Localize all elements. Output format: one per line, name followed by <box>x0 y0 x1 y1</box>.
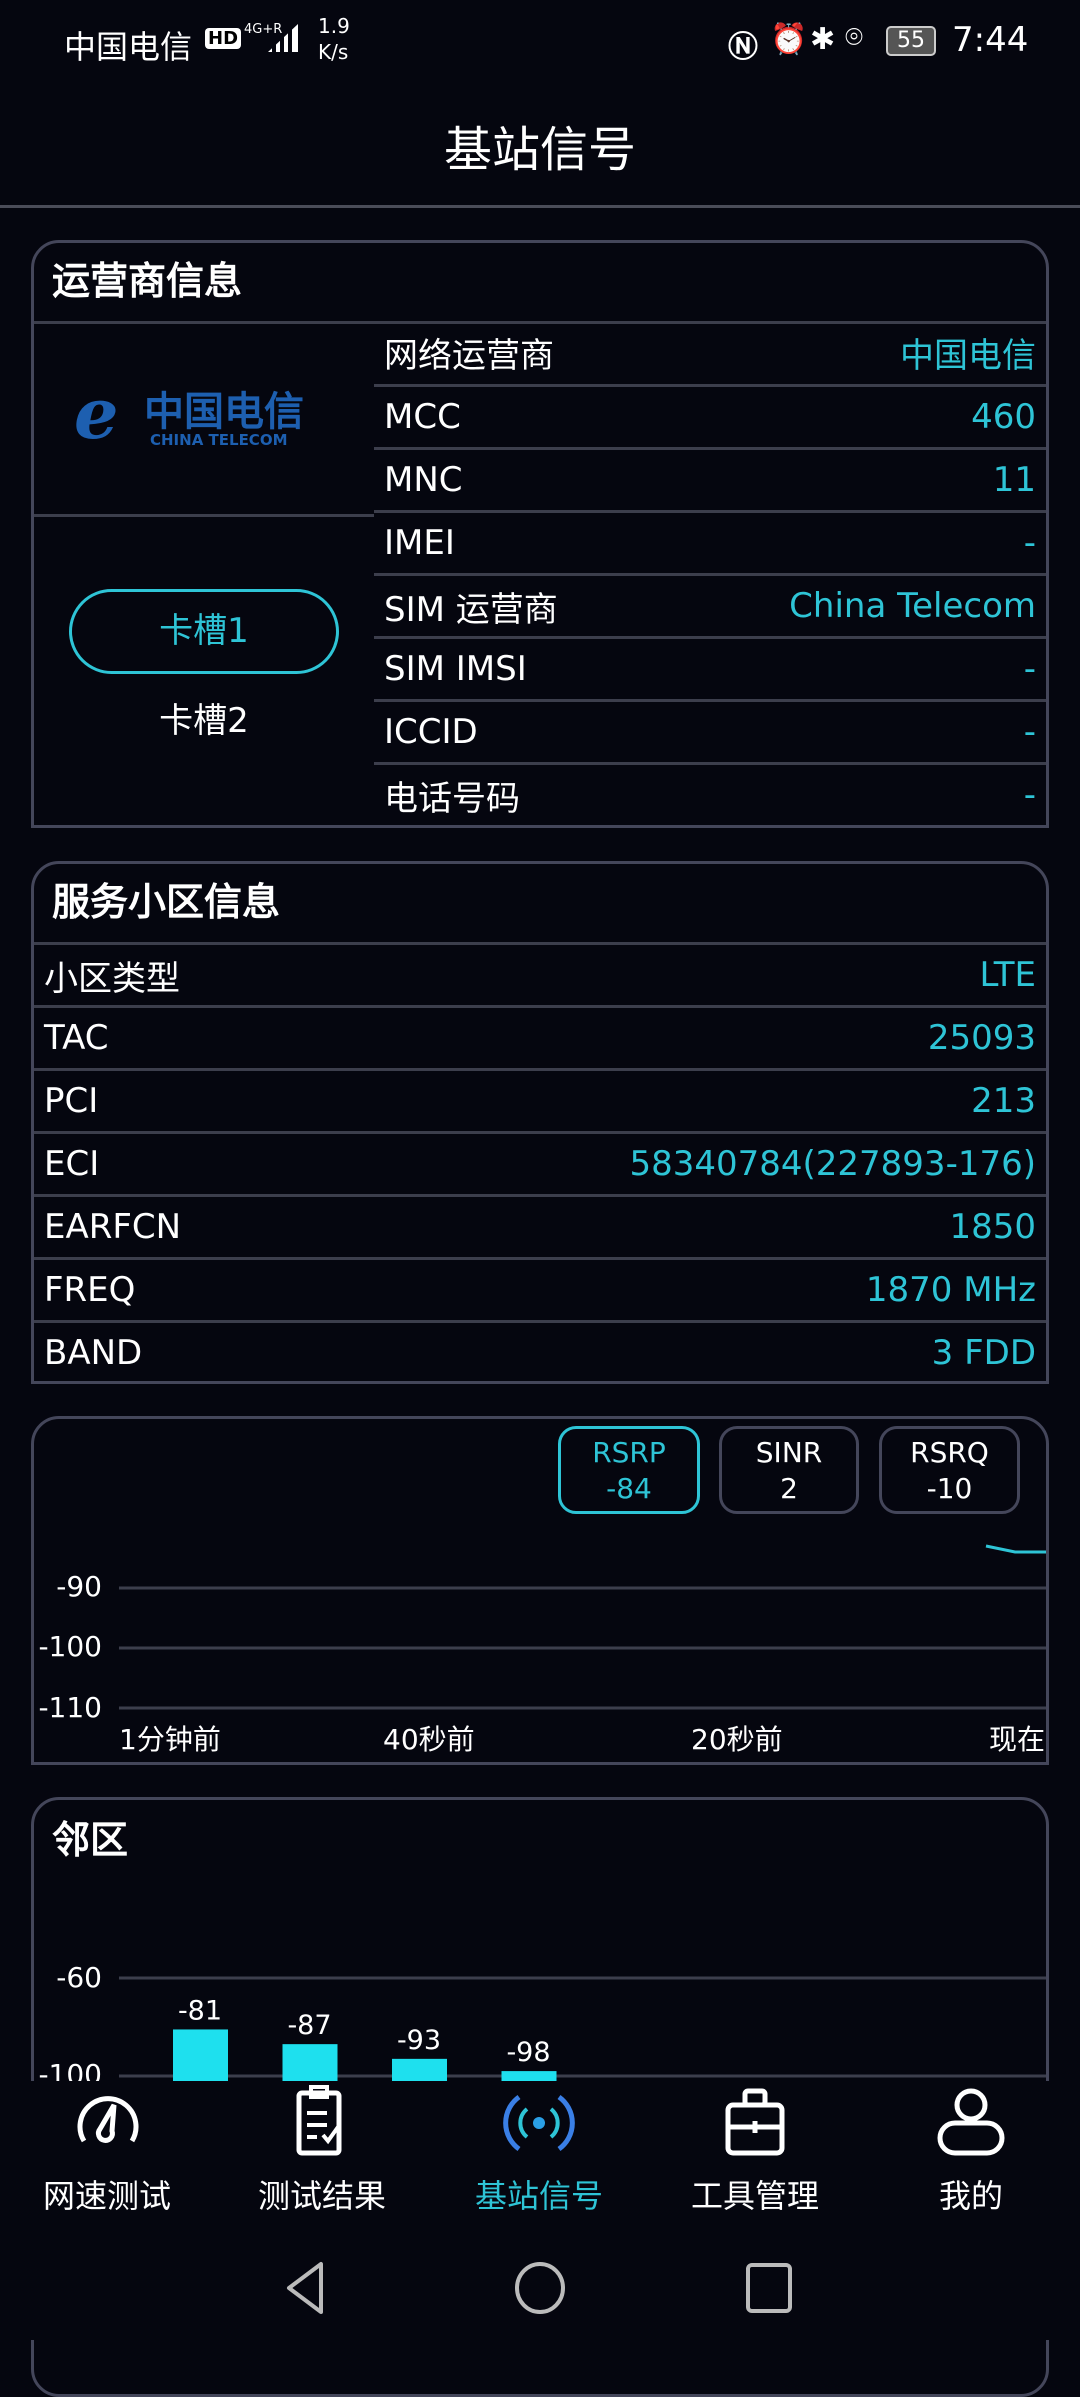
nav-label: 工具管理 <box>690 2177 819 2215</box>
recents-icon[interactable] <box>745 2262 793 2314</box>
nav-item[interactable]: 基站信号 <box>439 2085 639 2217</box>
nav-item[interactable]: 测试结果 <box>222 2085 422 2217</box>
nav-label: 我的 <box>938 2177 1003 2215</box>
x-tick-label: 20秒前 <box>691 1723 783 1756</box>
y-tick-label: -60 <box>56 1961 102 1994</box>
nav-label: 基站信号 <box>474 2177 603 2215</box>
rsrp-line <box>985 1544 1046 1554</box>
signal-line-chart <box>119 1544 1046 1710</box>
y-tick-label: -100 <box>38 1630 102 1663</box>
neighbor-bar <box>173 2029 228 2081</box>
y-tick-label: -90 <box>56 1570 102 1603</box>
x-tick-label: 现在 <box>989 1723 1046 1756</box>
neighbor-bar <box>282 2044 338 2081</box>
home-icon[interactable] <box>513 2260 567 2316</box>
nav-item[interactable]: 网速测试 <box>7 2085 207 2217</box>
signal-tower-icon <box>503 2094 575 2152</box>
x-tick-label: 1分钟前 <box>119 1723 221 1756</box>
neighbor-card-title: 邻区 <box>52 1818 129 1862</box>
nav-label: 网速测试 <box>42 2177 171 2215</box>
back-icon[interactable] <box>285 2260 325 2316</box>
y-tick-label: -110 <box>38 1691 102 1724</box>
system-navigation-bar <box>0 2240 1080 2340</box>
bar-label: -87 <box>287 2010 331 2041</box>
bar-label: -81 <box>178 1995 222 2026</box>
neighbor-bar <box>392 2058 447 2081</box>
nav-item[interactable]: 我的 <box>871 2085 1071 2217</box>
toolbox-icon <box>725 2088 785 2156</box>
bar-label: -93 <box>397 2025 441 2056</box>
nav-label: 测试结果 <box>257 2177 386 2215</box>
clipboard-check-icon <box>296 2085 342 2156</box>
y-tick-label: -100 <box>38 2058 102 2081</box>
neighbor-bar-chart: -81 -87 -93 -98 <box>119 1976 1046 2081</box>
x-tick-label: 40秒前 <box>383 1723 475 1756</box>
nav-item[interactable]: 工具管理 <box>655 2085 855 2217</box>
neighbor-bar <box>501 2071 557 2081</box>
bar-label: -98 <box>506 2037 550 2068</box>
user-icon <box>937 2088 1005 2156</box>
speedometer-icon <box>77 2096 139 2143</box>
